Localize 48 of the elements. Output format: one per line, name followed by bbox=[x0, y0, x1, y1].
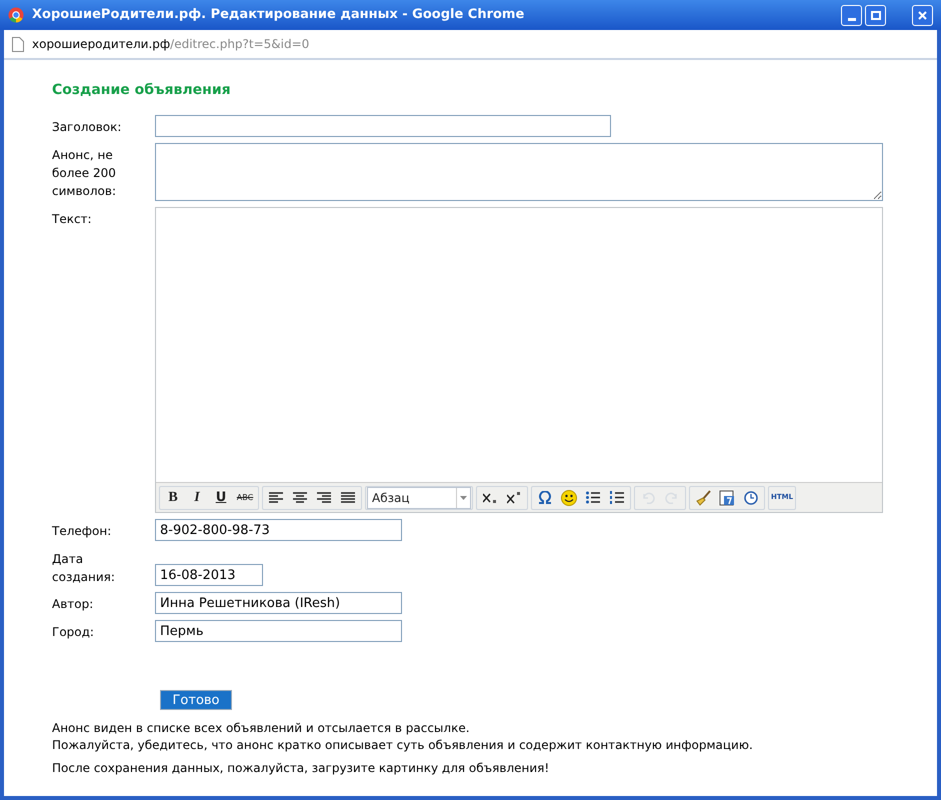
form-heading: Создание объявления bbox=[52, 81, 232, 100]
numbered-list-icon bbox=[610, 491, 624, 504]
close-button[interactable] bbox=[912, 4, 933, 26]
calendar-icon bbox=[719, 490, 735, 506]
address-bar[interactable]: хорошиеродители.рф/editrec.php?t=5&id=0 bbox=[4, 30, 937, 60]
minimize-button[interactable] bbox=[841, 4, 862, 26]
superscript-icon bbox=[507, 492, 521, 504]
text-field[interactable]: 8-902-800-98-73 bbox=[155, 519, 402, 541]
bullet-list-icon bbox=[586, 491, 600, 504]
text-field[interactable]: Пермь bbox=[155, 620, 402, 642]
align-left-icon bbox=[269, 492, 283, 504]
italic-button[interactable]: I bbox=[185, 486, 209, 508]
done-button[interactable]: Готово bbox=[160, 690, 232, 710]
maximize-icon bbox=[870, 10, 880, 20]
window-title: ХорошиеРодители.рф. Редактирование данных - Google Chrome bbox=[32, 6, 526, 24]
subscript-icon bbox=[483, 492, 497, 504]
page-icon bbox=[12, 36, 24, 52]
brush-icon bbox=[695, 490, 711, 506]
title-field[interactable] bbox=[155, 115, 611, 137]
text-field[interactable]: 16-08-2013 bbox=[155, 564, 263, 586]
format-select[interactable]: Абзац bbox=[367, 486, 471, 508]
field-label: Автор: bbox=[52, 596, 94, 613]
strike-button[interactable]: ABC bbox=[233, 486, 257, 508]
maximize-button[interactable] bbox=[865, 4, 886, 26]
text-field[interactable]: Инна Решетникова (IResh) bbox=[155, 592, 402, 614]
omega-icon bbox=[538, 491, 552, 504]
underline-button[interactable]: U bbox=[209, 486, 233, 508]
align-right-icon bbox=[317, 492, 331, 504]
clock-icon bbox=[744, 490, 758, 504]
field-label: Анонс, не более 200 символов: bbox=[52, 147, 117, 200]
field-label: Заголовок: bbox=[52, 119, 122, 136]
note-text: Анонс виден в списке всех объявлений и отсылается в рассылке. bbox=[52, 720, 471, 737]
minimize-icon bbox=[848, 18, 856, 20]
bold-button[interactable]: B bbox=[161, 486, 185, 508]
align-center-icon bbox=[293, 492, 307, 504]
justify-icon bbox=[341, 492, 355, 504]
smiley-icon bbox=[561, 490, 577, 506]
note-text: Пожалуйста, убедитесь, что анонс кратко описывает суть объявления и содержит контактную информацию. bbox=[52, 737, 754, 754]
note-text: После сохранения данных, пожалуйста, загрузите картинку для объявления! bbox=[52, 760, 550, 777]
field-label: Дата создания: bbox=[52, 551, 116, 586]
url-text: хорошиеродители.рф/editrec.php?t=5&id=0 bbox=[32, 36, 310, 53]
field-label: Телефон: bbox=[52, 523, 112, 540]
field-label: Текст: bbox=[52, 211, 93, 228]
field-label: Город: bbox=[52, 624, 95, 641]
browser-logo-icon bbox=[8, 7, 24, 23]
caret-icon bbox=[460, 496, 467, 500]
close-icon bbox=[918, 10, 927, 20]
summary-field[interactable] bbox=[155, 143, 883, 201]
